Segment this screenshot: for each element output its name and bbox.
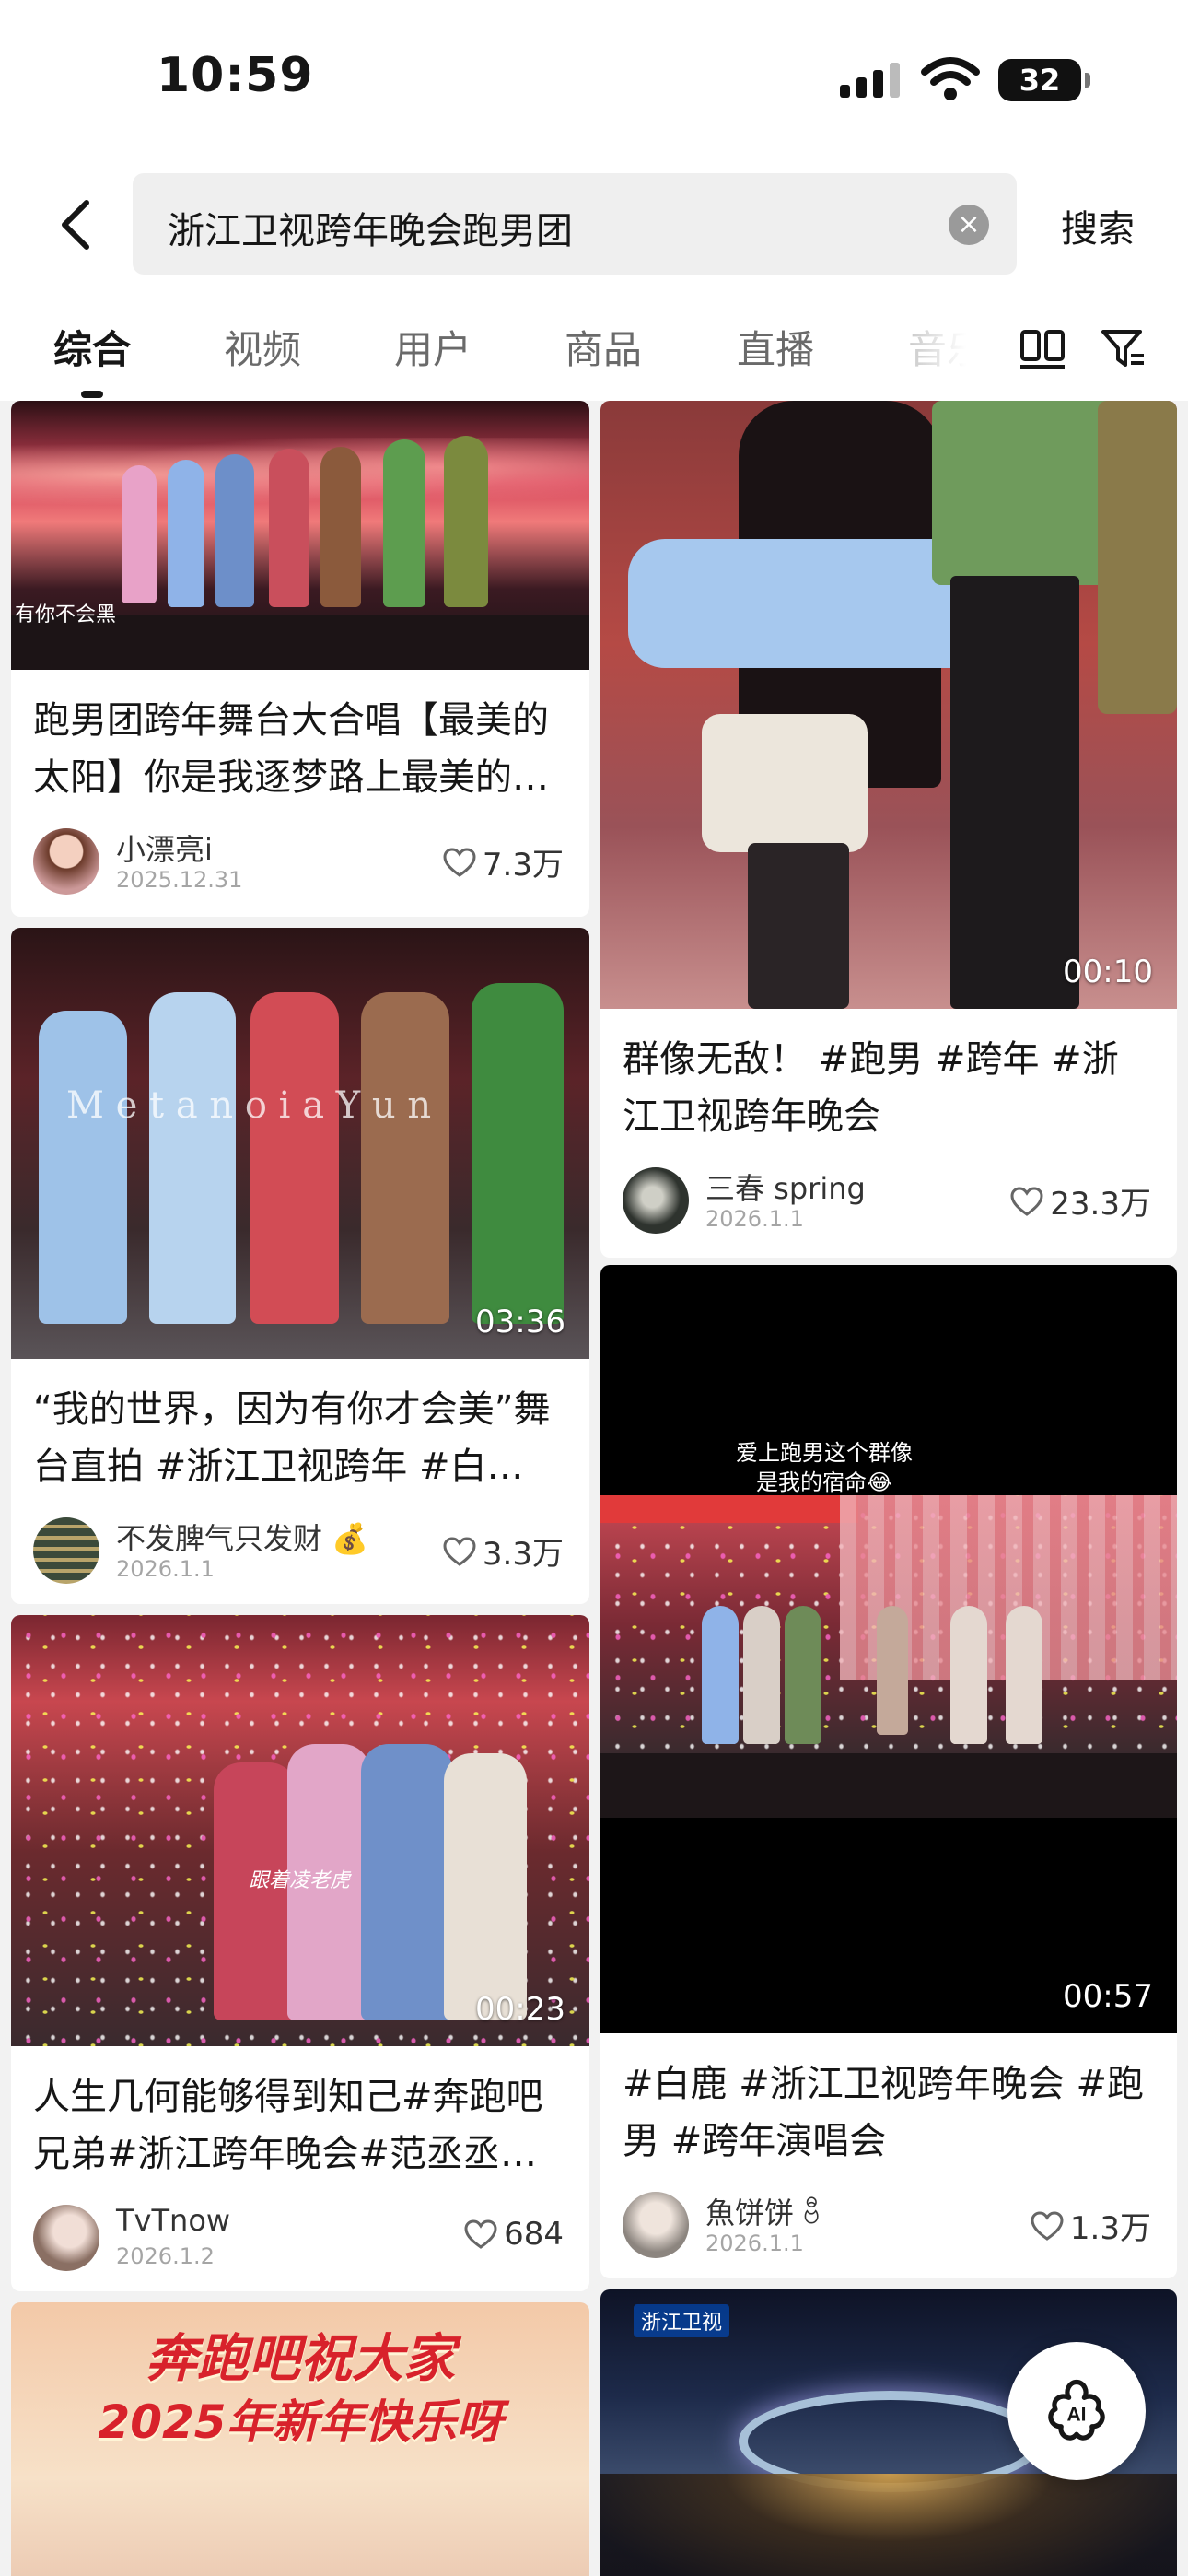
video-title: #白鹿 #浙江卫视跨年晚会 #跑男 #跨年演唱会	[623, 2063, 1144, 2162]
svg-text:AI: AI	[1067, 2405, 1087, 2426]
author-name[interactable]: 三春 spring	[705, 1165, 866, 1208]
like-count-value: 23.3万	[1050, 1186, 1151, 1223]
card-meta: TvTnow 2026.1.2 684	[11, 2183, 589, 2284]
video-title: 人生几何能够得到知己#奔跑吧兄弟#浙江跨年晚会#范丞丞#…	[33, 2076, 543, 2175]
battery-icon: 32	[998, 59, 1090, 101]
video-card[interactable]: 00:10 群像无敌！ #跑男 #跨年 #浙江卫视跨年晚会 三春 spring …	[600, 401, 1177, 1258]
heart-icon	[443, 1536, 476, 1566]
like-count-value: 7.3万	[482, 847, 564, 884]
post-date: 2026.1.2	[116, 2243, 215, 2269]
like-count[interactable]: 684	[463, 2216, 564, 2253]
avatar[interactable]	[33, 2205, 99, 2271]
video-card[interactable]: 跟着凌老虎 00:23 人生几何能够得到知己#奔跑吧兄弟#浙江跨年晚会#范丞丞#…	[11, 1615, 589, 2291]
video-duration: 00:23	[475, 1991, 565, 2028]
wifi-icon	[921, 57, 980, 100]
tab-users[interactable]: 用户	[394, 319, 472, 375]
cellular-signal-icon	[840, 63, 900, 98]
ai-assistant-button[interactable]: AI	[1007, 2342, 1146, 2480]
results-feed: 有你不会黑 跑男团跨年舞台大合唱【最美的太阳】你是我逐梦路上最美的… 小漂亮i …	[0, 401, 1188, 2576]
avatar[interactable]	[623, 2192, 689, 2258]
banner-line-1: 奔跑吧祝大家	[146, 2329, 455, 2389]
caption-line-1: 爱上跑男这个群像	[736, 1440, 913, 1466]
video-duration: 00:10	[1063, 954, 1153, 990]
video-thumbnail: 有你不会黑	[11, 401, 589, 670]
post-date: 2026.1.1	[705, 1206, 804, 1232]
heart-icon	[1010, 1186, 1043, 1216]
avatar[interactable]	[33, 1517, 99, 1584]
heart-icon	[1031, 2210, 1064, 2241]
author-name[interactable]: 小漂亮i	[116, 826, 213, 869]
active-tab-indicator	[81, 391, 103, 398]
search-button[interactable]: 搜索	[1061, 199, 1135, 252]
status-time: 10:59	[157, 48, 314, 103]
channel-badge: 浙江卫视	[634, 2304, 730, 2337]
card-meta: 三春 spring 2026.1.1 23.3万	[600, 1145, 1177, 1247]
heart-icon	[443, 847, 476, 877]
card-meta: 魚饼饼 ဗီ 2026.1.1 1.3万	[600, 2170, 1177, 2271]
status-bar: 10:59 32	[0, 0, 1188, 157]
tab-products[interactable]: 商品	[565, 319, 642, 375]
back-arrow-icon[interactable]	[52, 197, 107, 252]
video-duration: 03:36	[475, 1304, 565, 1341]
video-card[interactable]: 爱上跑男这个群像 是我的宿命😂 00:57 #白鹿 #浙江卫视跨年晚会 #跑男 …	[600, 1265, 1177, 2278]
video-card[interactable]: 奔跑吧祝大家 2025年新年快乐呀	[11, 2302, 589, 2576]
post-date: 2025.12.31	[116, 867, 243, 893]
like-count[interactable]: 3.3万	[442, 1528, 564, 1574]
clear-search-icon[interactable]: ×	[949, 205, 989, 245]
tabs-fade	[856, 295, 1013, 401]
like-count-value: 3.3万	[482, 1536, 564, 1573]
like-count-value: 684	[504, 2216, 564, 2253]
video-title: 群像无敌！ #跑男 #跨年 #浙江卫视跨年晚会	[623, 1038, 1119, 1138]
banner-line-2: 2025年新年快乐呀	[98, 2395, 503, 2449]
post-date: 2026.1.1	[705, 2231, 804, 2256]
search-input[interactable]: 浙江卫视跨年晚会跑男团 ×	[133, 173, 1017, 275]
like-count[interactable]: 23.3万	[1009, 1178, 1151, 1224]
author-name[interactable]: 不发脾气只发财 💰	[116, 1516, 368, 1558]
caption-line-2: 是我的宿命😂	[755, 1469, 893, 1495]
search-header: 浙江卫视跨年晚会跑男团 × 搜索	[0, 157, 1188, 295]
tab-video[interactable]: 视频	[224, 319, 301, 375]
search-query: 浙江卫视跨年晚会跑男团	[168, 210, 573, 252]
double-column-icon[interactable]	[1017, 322, 1068, 374]
video-card[interactable]: M e t a n o i a Y u n 03:36 “我的世界，因为有你才会…	[11, 928, 589, 1604]
filter-icon[interactable]	[1098, 322, 1149, 374]
result-tabs: 综合 视频 用户 商品 直播 音乐	[0, 295, 1188, 401]
avatar[interactable]	[33, 828, 99, 895]
video-duration: 00:57	[1063, 1978, 1153, 2015]
video-card[interactable]: 有你不会黑 跑男团跨年舞台大合唱【最美的太阳】你是我逐梦路上最美的… 小漂亮i …	[11, 401, 589, 917]
ai-assistant-icon: AI	[1048, 2379, 1105, 2441]
card-meta: 小漂亮i 2025.12.31 7.3万	[11, 806, 589, 907]
video-thumbnail: 跟着凌老虎 00:23	[11, 1615, 589, 2046]
video-thumbnail: 00:10	[600, 401, 1177, 1009]
like-count[interactable]: 7.3万	[442, 839, 564, 884]
thumbnail-caption: 爱上跑男这个群像 是我的宿命😂	[600, 1438, 1177, 1497]
tab-comprehensive[interactable]: 综合	[53, 319, 131, 375]
tab-live[interactable]: 直播	[737, 319, 814, 375]
author-name[interactable]: TvTnow	[116, 2203, 230, 2238]
like-count-value: 1.3万	[1069, 2210, 1151, 2247]
thumbnail-overlay-text: 跟着凌老虎	[249, 1869, 351, 1892]
like-count[interactable]: 1.3万	[1030, 2203, 1151, 2248]
post-date: 2026.1.1	[116, 1556, 215, 1582]
card-meta: 不发脾气只发财 💰 2026.1.1 3.3万	[11, 1495, 589, 1597]
heart-icon	[464, 2219, 497, 2249]
avatar[interactable]	[623, 1167, 689, 1234]
video-thumbnail: 爱上跑男这个群像 是我的宿命😂 00:57	[600, 1265, 1177, 2033]
video-title: 跑男团跨年舞台大合唱【最美的太阳】你是我逐梦路上最美的…	[33, 699, 549, 799]
thumbnail-overlay-text: 有你不会黑	[15, 603, 117, 626]
thumbnail-watermark: M e t a n o i a Y u n	[66, 1084, 432, 1127]
video-thumbnail: M e t a n o i a Y u n 03:36	[11, 928, 589, 1359]
video-title: “我的世界，因为有你才会美”舞台直拍 #浙江卫视跨年 #白…	[33, 1388, 551, 1488]
stage-scene	[600, 1495, 1177, 1818]
